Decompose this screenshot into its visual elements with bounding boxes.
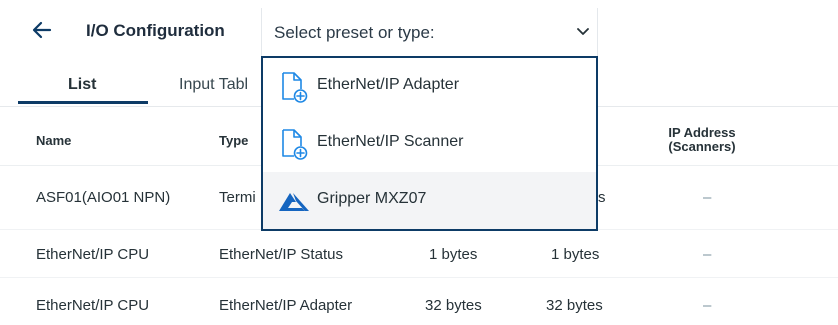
cell-name: EtherNet/IP CPU (36, 246, 150, 263)
cell-type: EtherNet/IP Status (219, 246, 343, 263)
menu-item-label: EtherNet/IP Adapter (317, 76, 460, 93)
menu-item-ethernet-ip-adapter[interactable]: EtherNet/IP Adapter (263, 58, 596, 115)
cell-type: EtherNet/IP Adapter (219, 297, 353, 314)
page-title: I/O Configuration (86, 21, 225, 40)
cell-output-size: 32 bytes (546, 297, 603, 314)
column-header-ip-address[interactable]: IP Address (Scanners) (664, 126, 740, 154)
preset-dropdown-menu: EtherNet/IP Adapter EtherNet/IP Scanner … (261, 56, 598, 231)
tab-input-table[interactable]: Input Tabl (179, 76, 248, 94)
cell-ip-address: – (703, 297, 712, 314)
cell-output-size: s (598, 189, 606, 206)
cell-ip-address: – (703, 189, 712, 206)
cell-input-size: 1 bytes (429, 246, 478, 263)
document-add-icon (282, 72, 308, 103)
divider (0, 277, 838, 278)
column-header-name[interactable]: Name (36, 134, 71, 148)
preset-select[interactable]: Select preset or type: (261, 8, 598, 56)
preset-select-placeholder: Select preset or type: (274, 23, 435, 42)
cell-name: ASF01(AIO01 NPN) (36, 189, 171, 206)
tab-list[interactable]: List (68, 76, 96, 94)
ip-header-line2: (Scanners) (668, 139, 736, 154)
cell-name: EtherNet/IP CPU (36, 297, 150, 314)
page-header: I/O Configuration Select preset or type: (0, 0, 838, 62)
active-tab-indicator (18, 101, 148, 104)
cell-ip-address: – (703, 246, 712, 263)
brand-logo-icon (279, 193, 309, 211)
chevron-down-icon (577, 28, 589, 35)
menu-item-label: Gripper MXZ07 (317, 190, 427, 207)
menu-item-gripper-mxz07[interactable]: Gripper MXZ07 (263, 172, 596, 229)
ip-header-line1: IP Address (668, 125, 736, 140)
cell-type: Termi (219, 189, 256, 206)
document-add-icon (282, 129, 308, 160)
cell-output-size: 1 bytes (551, 246, 600, 263)
menu-item-ethernet-ip-scanner[interactable]: EtherNet/IP Scanner (263, 115, 596, 172)
column-header-type[interactable]: Type (219, 134, 248, 148)
menu-item-label: EtherNet/IP Scanner (317, 133, 464, 150)
arrow-left-icon[interactable] (30, 18, 54, 42)
cell-input-size: 32 bytes (425, 297, 482, 314)
